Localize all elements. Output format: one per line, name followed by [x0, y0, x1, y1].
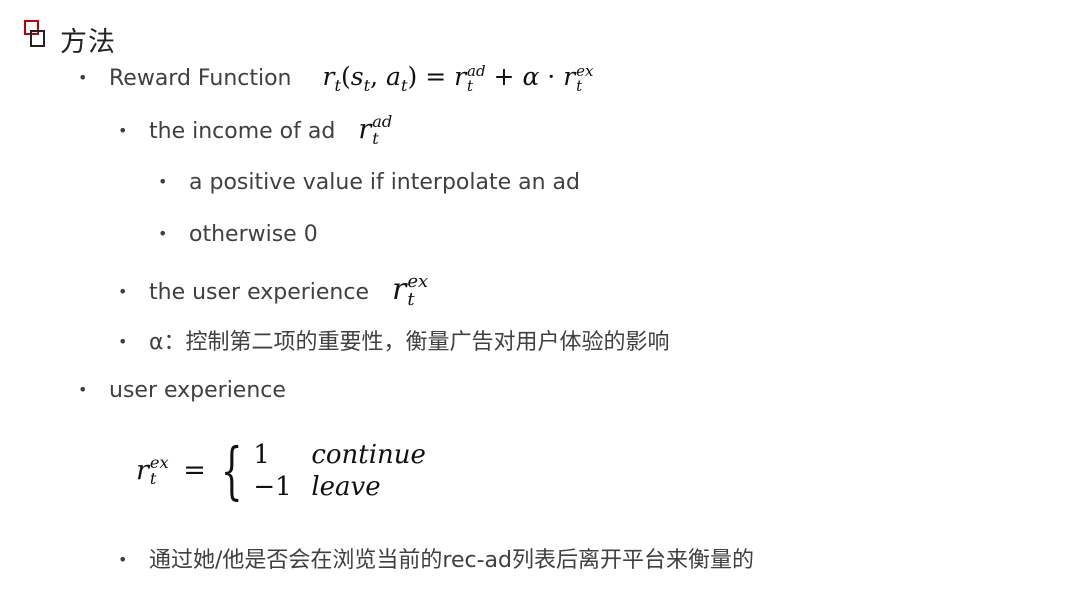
bullet-text: the user experience — [149, 280, 370, 305]
income-formula: r ad t — [358, 112, 393, 148]
case-label: leave — [311, 472, 381, 502]
bullet-text: user experience — [109, 378, 286, 403]
bullet-dot: • — [118, 331, 128, 351]
bullet-text: 通过她/他是否会在浏览当前的rec-ad列表后离开平台来衡量的 — [149, 548, 754, 573]
left-brace: { — [220, 434, 243, 507]
bullet-dot: • — [118, 120, 128, 140]
bullet-text: the income of ad — [149, 119, 336, 144]
bullet-dot: • — [158, 171, 168, 191]
logo-black-square — [30, 30, 45, 47]
bullet-income-of-ad: • the income of ad r ad t — [118, 114, 392, 147]
case-value: −1 — [253, 472, 292, 502]
bullet-text: α：控制第二项的重要性，衡量广告对用户体验的影响 — [149, 330, 670, 355]
bullet-measurement: • 通过她/他是否会在浏览当前的rec-ad列表后离开平台来衡量的 — [118, 542, 754, 574]
bullet-dot: • — [78, 379, 88, 399]
bullet-dot: • — [118, 281, 128, 301]
case-label: continue — [311, 440, 426, 470]
logo-icon — [22, 20, 52, 56]
bullet-user-experience: • user experience — [78, 378, 286, 403]
bullet-alpha: • α：控制第二项的重要性，衡量广告对用户体验的影响 — [118, 324, 670, 356]
bullet-user-experience-term: • the user experience r ex t — [118, 272, 428, 309]
bullet-text: a positive value if interpolate an ad — [189, 170, 580, 195]
bullet-text: Reward Function — [109, 66, 292, 91]
bullet-reward-function: • Reward Function rt(st, at) = r ad t + α … — [78, 62, 594, 95]
user-experience-formula: r ex t — [392, 271, 429, 310]
bullet-positive-value: • a positive value if interpolate an ad — [158, 170, 580, 195]
piecewise-cases: 1 continue −1 leave — [253, 440, 426, 502]
piecewise-lhs: r ex t = — [136, 452, 206, 489]
case-value: 1 — [253, 440, 270, 470]
bullet-dot: • — [118, 549, 128, 569]
bullet-dot: • — [158, 223, 168, 243]
reward-formula: rt(st, at) = r ad t + α · r ex t — [322, 61, 594, 95]
bullet-dot: • — [78, 67, 88, 87]
page-title: 方法 — [60, 27, 116, 58]
piecewise-formula: r ex t = { 1 continue −1 leave — [136, 434, 426, 507]
bullet-otherwise-zero: • otherwise 0 — [158, 222, 318, 247]
bullet-text: otherwise 0 — [189, 222, 318, 247]
